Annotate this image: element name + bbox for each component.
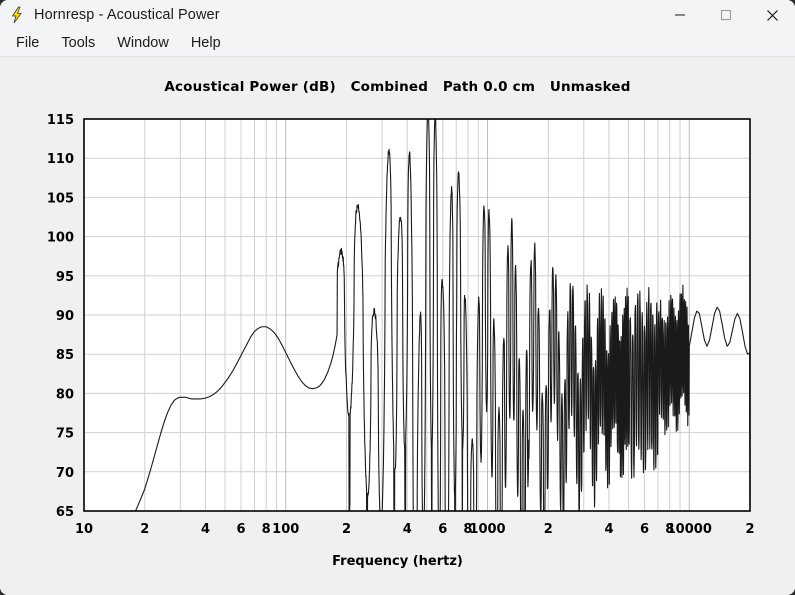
svg-text:2: 2 [544,522,553,537]
title-bar: Hornresp - Acoustical Power [0,0,795,30]
svg-text:4: 4 [201,522,210,537]
svg-text:6: 6 [438,522,447,537]
svg-text:90: 90 [56,309,74,324]
svg-text:70: 70 [56,466,74,481]
svg-text:2: 2 [745,522,754,537]
svg-text:115: 115 [47,113,74,128]
svg-text:6: 6 [640,522,649,537]
svg-text:4: 4 [604,522,613,537]
minimize-button[interactable] [657,0,703,30]
menu-bar: File Tools Window Help [0,30,795,57]
maximize-button[interactable] [703,0,749,30]
window-controls [657,0,795,30]
x-axis-label: Frequency (hertz) [332,554,463,569]
svg-text:110: 110 [47,152,74,167]
menu-item-window[interactable]: Window [107,33,179,53]
svg-text:10000: 10000 [667,522,712,537]
svg-text:1000: 1000 [469,522,505,537]
hornresp-window: Hornresp - Acoustical Power File Tools W… [0,0,795,595]
svg-text:100: 100 [272,522,299,537]
lightning-bolt-icon [8,6,26,24]
menu-item-file[interactable]: File [6,33,49,53]
svg-text:80: 80 [56,387,74,402]
plot-area: 65 70 75 80 85 90 95 100 105 110 115 10 2 4 6 8 100 2 4 6 8 1… [0,57,795,595]
menu-item-help[interactable]: Help [181,33,231,53]
menu-item-tools[interactable]: Tools [51,33,105,53]
svg-text:4: 4 [403,522,412,537]
svg-text:6: 6 [236,522,245,537]
svg-text:10: 10 [75,522,93,537]
chart-client-area: Acoustical Power (dB) Combined Path 0.0 … [0,57,795,595]
window-title: Hornresp - Acoustical Power [34,7,220,23]
svg-text:95: 95 [56,270,74,285]
svg-text:2: 2 [342,522,351,537]
close-button[interactable] [749,0,795,30]
svg-text:8: 8 [262,522,271,537]
svg-text:85: 85 [56,348,74,363]
svg-text:105: 105 [47,191,74,206]
svg-text:65: 65 [56,505,74,520]
svg-text:75: 75 [56,427,74,442]
acoustical-power-plot: 6570758085909510010511011510 2 4 6 8 100 2 4 6 81… [47,113,755,537]
svg-text:100: 100 [47,231,74,246]
svg-text:2: 2 [140,522,149,537]
